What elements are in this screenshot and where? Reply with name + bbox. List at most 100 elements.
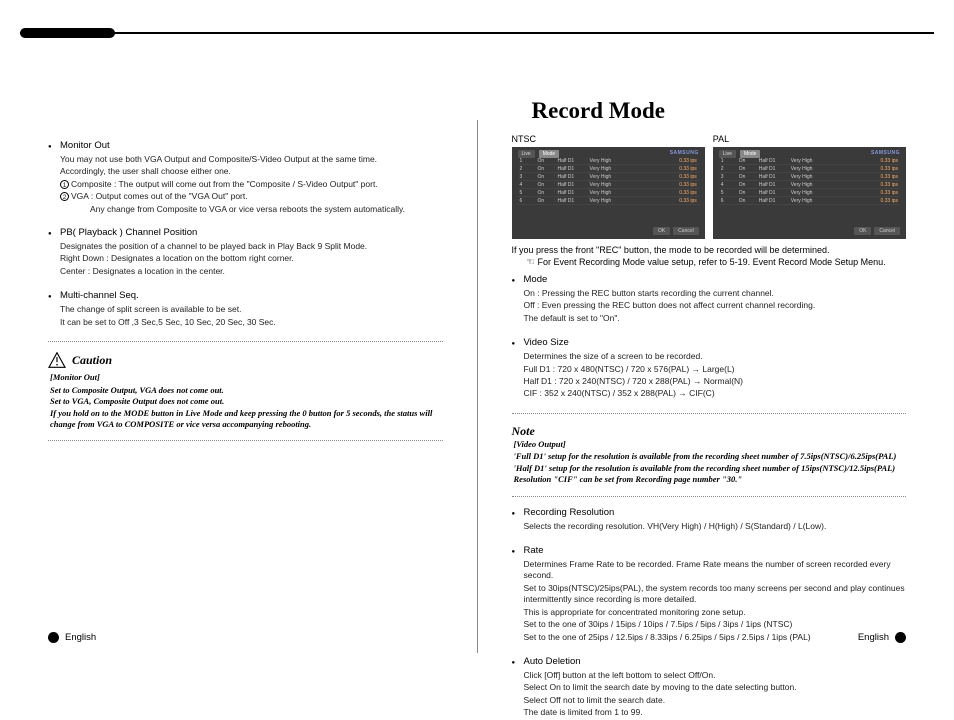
shot-cell: On — [538, 166, 552, 172]
shot-cell: Very High — [590, 166, 665, 172]
item-rec-resolution: Recording Resolution Selects the recordi… — [512, 507, 907, 533]
item-text: Designates the position of a channel to … — [60, 241, 443, 252]
item-pb-channel: PB( Playback ) Channel Position Designat… — [48, 227, 443, 278]
note-title: Note — [512, 424, 907, 439]
item-text: Any change from Composite to VGA or vice… — [60, 204, 443, 215]
shot-cell: Very High — [590, 158, 665, 164]
shot-cell: Very High — [590, 174, 665, 180]
shot-cell: Very High — [590, 182, 665, 188]
warning-triangle-icon — [48, 352, 66, 368]
item-auto-deletion: Auto Deletion Click [Off] button at the … — [512, 656, 907, 720]
screenshot-ntsc: Live Mode SAMSUNG 1OnHalf D1Very High0.3… — [512, 147, 705, 239]
shot-cell: On — [739, 198, 753, 204]
shot-cell: 0.33 ips — [872, 158, 898, 164]
shot-tab: Mode — [740, 150, 761, 158]
caution-line: Set to VGA, Composite Output does not co… — [50, 396, 443, 407]
bullet-dot — [512, 545, 524, 644]
shot-cell: Half D1 — [558, 198, 584, 204]
footer-lang: English — [858, 632, 889, 643]
bullet-dot — [48, 290, 60, 329]
item-video-size: Video Size Determines the size of a scre… — [512, 337, 907, 401]
shot-cell: Half D1 — [558, 190, 584, 196]
item-text: Accordingly, the user shall choose eithe… — [60, 166, 443, 177]
shot-cell: Very High — [791, 158, 866, 164]
shot-cell: Half D1 — [759, 158, 785, 164]
intro-sub: ☞For Event Recording Mode value setup, r… — [512, 257, 907, 268]
shot-cell: 5 — [721, 190, 733, 196]
item-text: The date is limited from 1 to 99. — [524, 707, 907, 718]
item-text: Set to the one of 25ips / 12.5ips / 8.33… — [524, 632, 907, 643]
caution-subhead: [Monitor Out] — [50, 372, 443, 383]
shot-cell: On — [739, 166, 753, 172]
shot-cell: 2 — [520, 166, 532, 172]
shot-table-row: 6OnHalf D1Very High0.33 ips — [719, 197, 900, 205]
item-text: Half D1 : 720 x 240(NTSC) / 720 x 288(PA… — [524, 376, 907, 387]
dotted-separator — [512, 496, 907, 497]
shot-cell: On — [538, 174, 552, 180]
shot-cell: On — [739, 158, 753, 164]
circled-1-icon: 1 — [60, 180, 69, 189]
shot-cell: 0.33 ips — [872, 198, 898, 204]
item-text: Determines Frame Rate to be recorded. Fr… — [524, 559, 907, 582]
dotted-separator — [48, 341, 443, 342]
shot-cell: 1 — [721, 158, 733, 164]
item-text: It can be set to Off ,3 Sec,5 Sec, 10 Se… — [60, 317, 443, 328]
note-line: Resolution "CIF" can be set from Recordi… — [514, 474, 907, 485]
bullet-dot — [512, 274, 524, 325]
item-text: The default is set to "On". — [524, 313, 907, 324]
shot-table-row: 1 On Half D1 Very High 0.33 ips — [719, 157, 900, 165]
shot-cancel-button: Cancel — [673, 227, 699, 235]
shot-cell: 0.33 ips — [872, 166, 898, 172]
item-head: Recording Resolution — [524, 507, 907, 520]
shot-table-row: 4OnHalf D1Very High0.33 ips — [719, 181, 900, 189]
brand-label: SAMSUNG — [871, 150, 900, 156]
shot-table-row: 2OnHalf D1Very High0.33 ips — [518, 165, 699, 173]
shot-tab: Mode — [539, 150, 560, 158]
item-text: Set to 30ips(NTSC)/25ips(PAL), the syste… — [524, 583, 907, 606]
shot-table-row: 5OnHalf D1Very High0.33 ips — [719, 189, 900, 197]
item-head: Mode — [524, 274, 907, 287]
screenshot-pal: Live Mode SAMSUNG 1OnHalf D1Very High0.3… — [713, 147, 906, 239]
intro-line: If you press the front "REC" button, the… — [512, 245, 907, 255]
shot-cell: Very High — [590, 190, 665, 196]
shot-cell: On — [538, 158, 552, 164]
shot-cell: Half D1 — [759, 198, 785, 204]
shot-cell: 4 — [520, 182, 532, 188]
shot-table-row: 5OnHalf D1Very High0.33 ips — [518, 189, 699, 197]
item-text: Select On to limit the search date by mo… — [524, 682, 907, 693]
item-text: On : Pressing the REC button starts reco… — [524, 288, 907, 299]
shot-cell: 2 — [721, 166, 733, 172]
item-text: 2VGA : Output comes out of the "VGA Out"… — [60, 191, 443, 202]
page-spread: Monitor Out You may not use both VGA Out… — [0, 60, 954, 653]
shot-cell: Half D1 — [759, 174, 785, 180]
shot-cell: Half D1 — [558, 158, 584, 164]
shot-table-row: 3OnHalf D1Very High0.33 ips — [518, 173, 699, 181]
shot-cell: Half D1 — [759, 182, 785, 188]
shot-cell: 0.33 ips — [671, 182, 697, 188]
shot-cell: Very High — [791, 174, 866, 180]
shot-cell: 5 — [520, 190, 532, 196]
shot-cell: On — [538, 182, 552, 188]
bullet-dot — [512, 337, 524, 401]
bullet-dot — [48, 227, 60, 278]
item-text: Determines the size of a screen to be re… — [524, 351, 907, 362]
shot-cell: 0.33 ips — [872, 190, 898, 196]
dotted-separator — [48, 440, 443, 441]
circled-2-icon: 2 — [60, 192, 69, 201]
item-text: 1Composite : The output will come out fr… — [60, 179, 443, 190]
shot-cell: 0.33 ips — [671, 198, 697, 204]
shot-cell: 1 — [520, 158, 532, 164]
shot-cell: On — [538, 190, 552, 196]
note-line: 'Full D1' setup for the resolution is av… — [514, 451, 907, 462]
footer-left: English — [48, 632, 96, 643]
brand-label: SAMSUNG — [670, 150, 699, 156]
caution-title: Caution — [72, 353, 112, 368]
item-monitor-out: Monitor Out You may not use both VGA Out… — [48, 140, 443, 215]
footer-dot-icon — [895, 632, 906, 643]
left-page: Monitor Out You may not use both VGA Out… — [0, 60, 477, 653]
shot-cell: On — [739, 190, 753, 196]
note-line: 'Half D1' setup for the resolution is av… — [514, 463, 907, 474]
footer-right: English — [858, 632, 906, 643]
shot-cell: Very High — [791, 190, 866, 196]
note-subhead: [Video Output] — [514, 439, 907, 450]
